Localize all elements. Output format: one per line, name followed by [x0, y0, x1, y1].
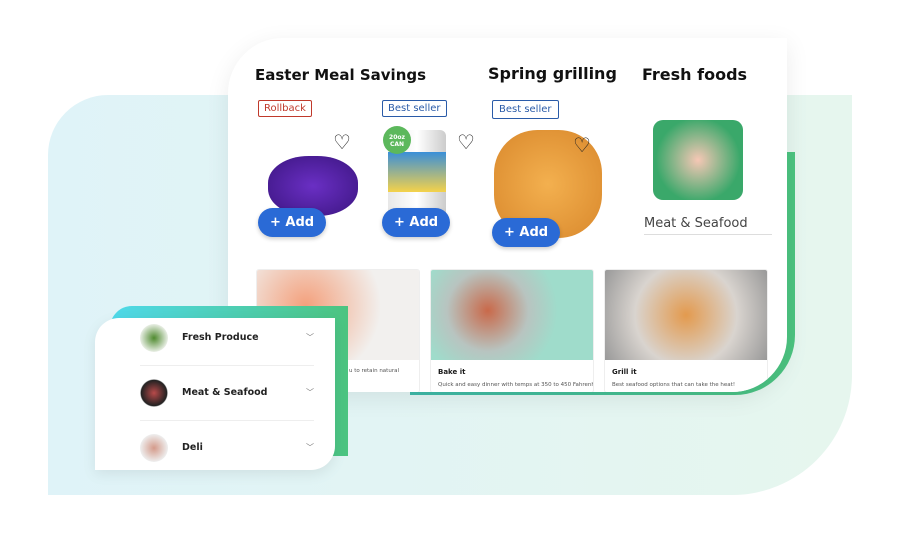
favorite-heart-icon[interactable]: ♡ [333, 132, 351, 152]
section-title-spring: Spring grilling [488, 64, 617, 83]
can-size-badge: 20oz CAN [383, 126, 411, 154]
best-seller-badge: Best seller [492, 100, 559, 119]
steak-icon [140, 378, 168, 407]
recipe-image [605, 270, 767, 360]
category-link-meat-seafood[interactable]: Meat & Seafood [644, 216, 772, 235]
best-seller-badge: Best seller [382, 100, 447, 117]
favorite-heart-icon[interactable]: ♡ [457, 132, 475, 152]
add-button[interactable]: + Add [382, 208, 451, 237]
section-title-fresh: Fresh foods [642, 65, 748, 84]
recipe-title: Grill it [612, 368, 637, 376]
category-deli[interactable]: Deli ﹀ [140, 420, 314, 475]
ham-icon [140, 433, 168, 462]
recipe-card[interactable]: Grill it Best seafood options that can t… [604, 269, 768, 392]
rollback-badge: Rollback [258, 100, 312, 117]
category-panel: Fresh Produce ﹀ Meat & Seafood ﹀ Deli ﹀ [95, 318, 335, 470]
recipe-image [431, 270, 593, 360]
add-button[interactable]: + Add [258, 208, 327, 237]
category-label: Meat & Seafood [182, 387, 268, 398]
add-button[interactable]: + Add [492, 218, 561, 247]
section-title-easter: Easter Meal Savings [255, 66, 427, 84]
recipe-card[interactable]: Bake it Quick and easy dinner with temps… [430, 269, 594, 392]
category-meat-seafood[interactable]: Meat & Seafood ﹀ [140, 365, 314, 420]
ham-product-image[interactable] [268, 156, 358, 216]
chevron-down-icon: ﹀ [306, 443, 314, 452]
recipe-desc: Quick and easy dinner with temps at 350 … [438, 382, 594, 388]
favorite-heart-icon[interactable]: ♡ [573, 135, 591, 155]
chevron-down-icon: ﹀ [306, 388, 314, 397]
recipe-title: Bake it [438, 368, 466, 376]
category-fresh-produce[interactable]: Fresh Produce ﹀ [140, 310, 314, 365]
chevron-down-icon: ﹀ [306, 333, 314, 342]
recipe-desc: Best seafood options that can take the h… [612, 382, 736, 388]
chicken-pack-image[interactable] [653, 120, 743, 200]
category-label: Deli [182, 442, 203, 453]
broccoli-icon [140, 323, 168, 352]
category-label: Fresh Produce [182, 332, 259, 343]
